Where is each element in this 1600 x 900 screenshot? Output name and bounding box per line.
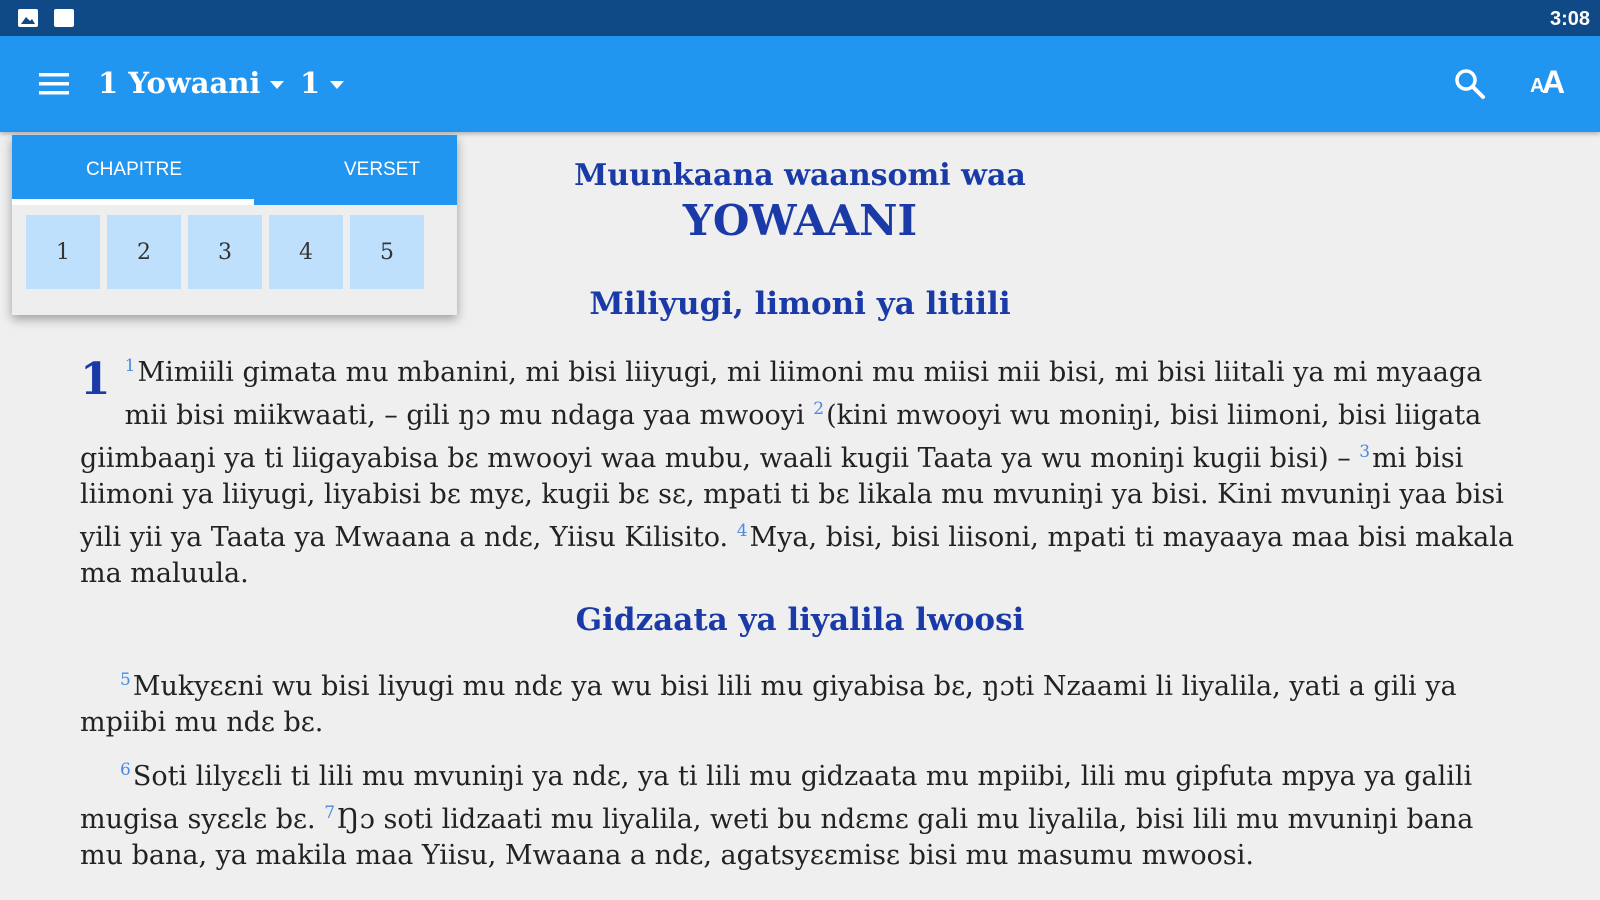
tab-chapter[interactable]: CHAPITRE (24, 135, 244, 205)
verse-number[interactable]: 3 (1359, 442, 1370, 462)
verse-number[interactable]: 4 (737, 521, 748, 541)
paragraph: 5Mukyɛɛni wu bisi liyugi mu ndɛ ya wu bi… (80, 662, 1520, 741)
verse-number[interactable]: 2 (813, 399, 824, 419)
chapter-cell[interactable]: 1 (26, 215, 100, 289)
image-icon (18, 9, 38, 27)
chapter-drop-number: 1 (80, 354, 111, 405)
chapter-verse-picker: CHAPITRE VERSET 1 2 3 4 5 (12, 135, 457, 315)
chapter-cell[interactable]: 2 (107, 215, 181, 289)
verse-number[interactable]: 7 (324, 803, 335, 823)
menu-icon[interactable] (36, 66, 72, 102)
search-icon[interactable] (1452, 66, 1488, 102)
book-name: 1 Yowaani (98, 66, 261, 100)
text-size-big-label: A (1542, 64, 1566, 100)
section-heading: Gidzaata ya liyalila lwoosi (575, 602, 1025, 638)
chapter-dropdown[interactable]: 1 (300, 60, 345, 106)
text-size-icon[interactable]: A A (1526, 62, 1570, 102)
tab-indicator (12, 199, 254, 205)
chapter-grid: 1 2 3 4 5 (26, 215, 424, 289)
tab-verse[interactable]: VERSET (272, 135, 492, 205)
paragraph: 1 1Mimiili gimata mu mbanini, mi bisi li… (80, 348, 1520, 592)
paragraph: 6Soti lilyɛɛli ti lili mu mvuniŋi ya ndɛ… (80, 752, 1520, 874)
chapter-cell[interactable]: 4 (269, 215, 343, 289)
message-icon (54, 9, 74, 27)
verse-number[interactable]: 5 (120, 670, 131, 690)
chapter-cell[interactable]: 5 (350, 215, 424, 289)
verse-number[interactable]: 1 (125, 356, 136, 376)
chapter-cell[interactable]: 3 (188, 215, 262, 289)
picker-tabs: CHAPITRE VERSET (12, 135, 457, 205)
chapter-number: 1 (300, 66, 321, 100)
chevron-down-icon (270, 81, 285, 89)
status-time: 3:08 (1549, 8, 1590, 30)
book-dropdown[interactable]: 1 Yowaani (98, 60, 285, 106)
verse-number[interactable]: 6 (120, 760, 131, 780)
chevron-down-icon (330, 81, 345, 89)
app-bar: 1 Yowaani 1 A A (0, 36, 1600, 132)
verse-text: Mukyɛɛni wu bisi liyugi mu ndɛ ya wu bis… (80, 671, 1457, 738)
status-bar: 3:08 (0, 0, 1600, 36)
